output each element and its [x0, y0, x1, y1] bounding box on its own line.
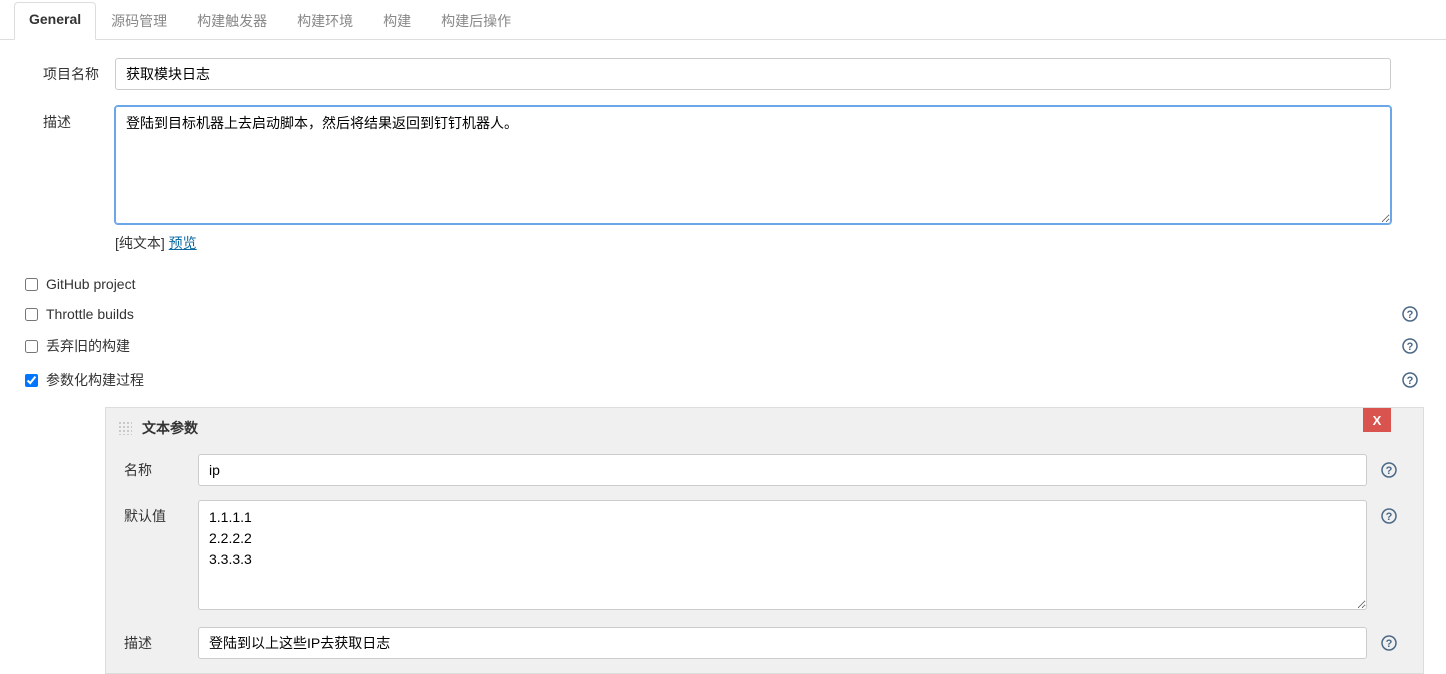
param-header: 文本参数 — [106, 408, 1423, 448]
param-name-label: 名称 — [124, 454, 198, 480]
svg-text:?: ? — [1386, 465, 1393, 477]
help-icon[interactable]: ? — [1381, 508, 1397, 524]
discard-old-row: 丢弃旧的构建 ? — [0, 329, 1446, 363]
svg-text:?: ? — [1386, 511, 1393, 523]
drag-handle-icon[interactable] — [118, 421, 132, 435]
param-default-textarea[interactable]: 1.1.1.1 2.2.2.2 3.3.3.3 — [198, 500, 1367, 610]
param-desc-input[interactable] — [198, 627, 1367, 659]
throttle-builds-row: Throttle builds ? — [0, 299, 1446, 329]
help-icon[interactable]: ? — [1402, 372, 1418, 388]
help-icon[interactable]: ? — [1381, 635, 1397, 651]
text-param-block: X 文本参数 名称 ? 默认值 1.1.1.1 2.2.2.2 3.3.3.3 … — [105, 407, 1424, 674]
parameterized-row: 参数化构建过程 ? — [0, 363, 1446, 397]
param-title: 文本参数 — [142, 418, 198, 438]
help-icon[interactable]: ? — [1402, 306, 1418, 322]
delete-param-button[interactable]: X — [1363, 408, 1391, 432]
description-label: 描述 — [25, 106, 115, 132]
tab-postbuild[interactable]: 构建后操作 — [426, 2, 526, 40]
param-default-label: 默认值 — [124, 500, 198, 526]
preview-link[interactable]: 预览 — [169, 235, 197, 251]
project-name-label: 项目名称 — [25, 58, 115, 84]
svg-text:?: ? — [1407, 309, 1414, 321]
param-name-row: 名称 ? — [124, 454, 1405, 486]
svg-text:?: ? — [1407, 341, 1414, 353]
param-name-input[interactable] — [198, 454, 1367, 486]
svg-text:?: ? — [1407, 375, 1414, 387]
param-desc-label: 描述 — [124, 627, 198, 653]
param-desc-row: 描述 ? — [124, 627, 1405, 659]
description-row: 描述 登陆到目标机器上去启动脚本，然后将结果返回到钉钉机器人。 [纯文本] 预览 — [25, 106, 1421, 253]
throttle-builds-checkbox[interactable] — [25, 308, 38, 321]
github-project-row: GitHub project — [0, 269, 1446, 299]
project-name-input[interactable] — [115, 58, 1391, 90]
tab-scm[interactable]: 源码管理 — [96, 2, 182, 40]
tab-build[interactable]: 构建 — [368, 2, 426, 40]
tab-general[interactable]: General — [14, 2, 96, 40]
github-project-checkbox[interactable] — [25, 278, 38, 291]
parameterized-checkbox[interactable] — [25, 374, 38, 387]
param-default-row: 默认值 1.1.1.1 2.2.2.2 3.3.3.3 ? — [124, 500, 1405, 613]
help-icon[interactable]: ? — [1402, 338, 1418, 354]
config-tabs: General 源码管理 构建触发器 构建环境 构建 构建后操作 — [0, 2, 1446, 40]
plain-text-label: [纯文本] — [115, 235, 165, 251]
tab-triggers[interactable]: 构建触发器 — [182, 2, 282, 40]
tab-env[interactable]: 构建环境 — [282, 2, 368, 40]
svg-text:?: ? — [1386, 638, 1393, 650]
parameterized-label[interactable]: 参数化构建过程 — [46, 370, 144, 390]
discard-old-label[interactable]: 丢弃旧的构建 — [46, 336, 130, 356]
description-textarea[interactable]: 登陆到目标机器上去启动脚本，然后将结果返回到钉钉机器人。 — [115, 106, 1391, 224]
help-icon[interactable]: ? — [1381, 462, 1397, 478]
general-section: 项目名称 描述 登陆到目标机器上去启动脚本，然后将结果返回到钉钉机器人。 [纯文… — [0, 58, 1446, 253]
project-name-row: 项目名称 — [25, 58, 1421, 90]
description-hint: [纯文本] 预览 — [115, 233, 1391, 253]
discard-old-checkbox[interactable] — [25, 340, 38, 353]
github-project-label[interactable]: GitHub project — [46, 276, 135, 292]
throttle-builds-label[interactable]: Throttle builds — [46, 306, 134, 322]
